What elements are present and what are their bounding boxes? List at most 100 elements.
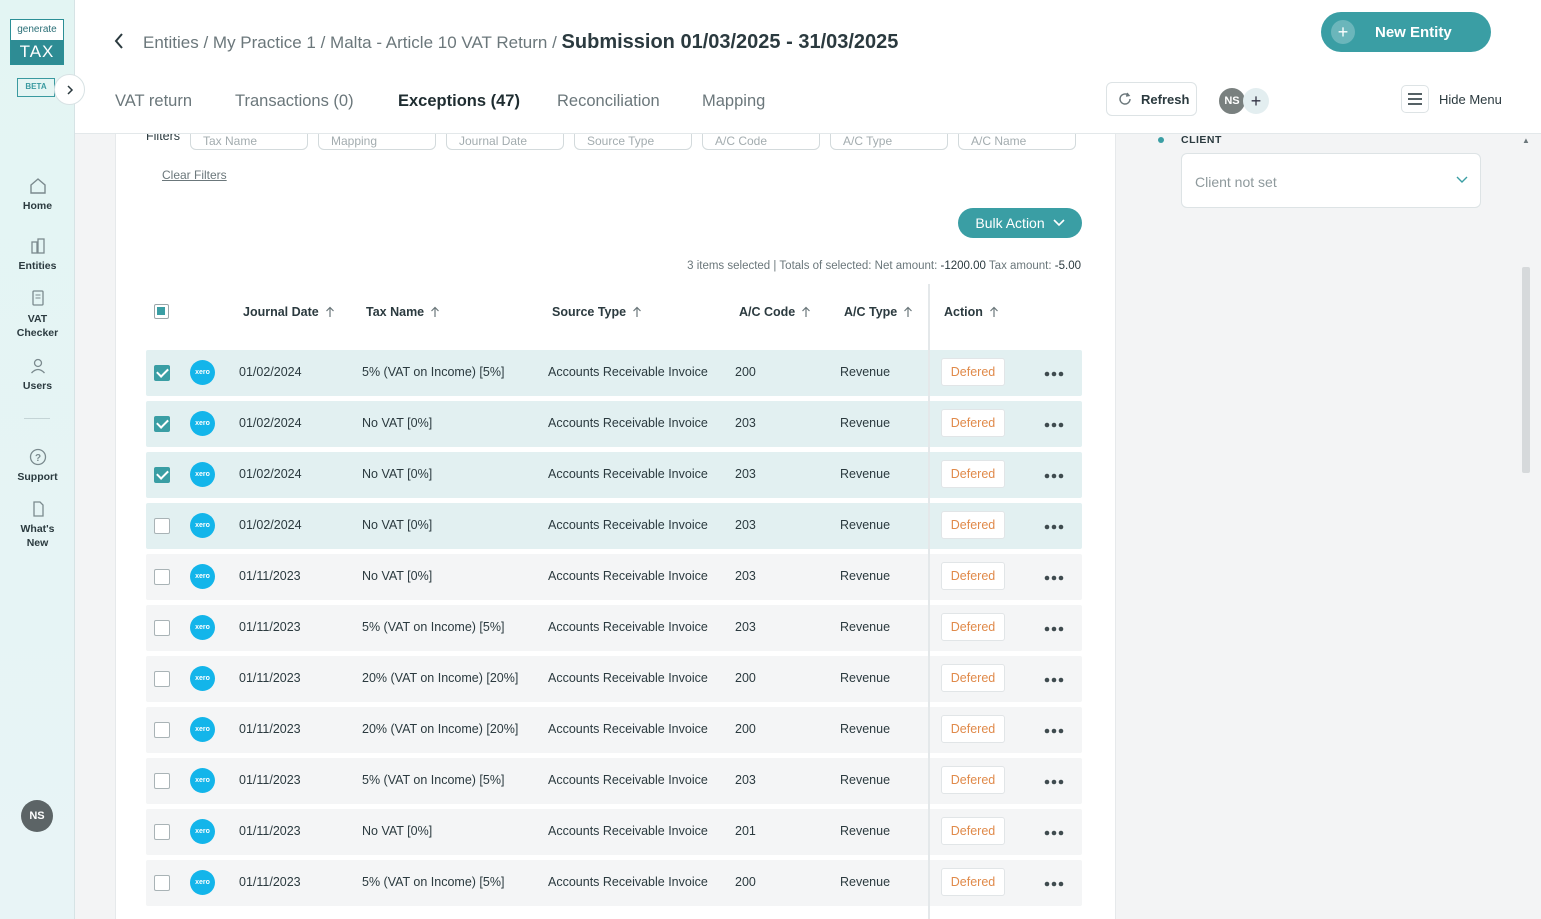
- status-badge[interactable]: Defered: [941, 409, 1005, 437]
- tab-reconciliation[interactable]: Reconciliation: [557, 92, 660, 111]
- table-row[interactable]: xero 01/02/2024 No VAT [0%] Accounts Receiv…: [146, 452, 1082, 498]
- row-checkbox[interactable]: [154, 671, 170, 687]
- hide-menu-button[interactable]: Hide Menu: [1401, 85, 1502, 113]
- status-badge[interactable]: Defered: [941, 511, 1005, 539]
- left-navigation: generate TAX BETA Home Entities VAT Chec…: [0, 0, 75, 919]
- filter-label: Mapping: [331, 134, 378, 148]
- refresh-button[interactable]: Refresh: [1106, 82, 1197, 116]
- status-badge[interactable]: Defered: [941, 562, 1005, 590]
- client-select[interactable]: Client not set: [1181, 153, 1481, 208]
- row-checkbox[interactable]: [154, 518, 170, 534]
- ac-code-cell: 200: [735, 671, 756, 685]
- filter-ac-code[interactable]: A/C Code: [702, 134, 820, 150]
- column-journal-date[interactable]: Journal Date: [243, 305, 335, 319]
- column-source-type[interactable]: Source Type: [552, 305, 642, 319]
- column-ac-type[interactable]: A/C Type: [844, 305, 913, 319]
- table-row[interactable]: xero 01/11/2023 20% (VAT on Income) [20%] A…: [146, 656, 1082, 702]
- table-row[interactable]: xero 01/02/2024 5% (VAT on Income) [5%] Acc…: [146, 350, 1082, 396]
- tax-amount-value: -5.00: [1054, 260, 1081, 272]
- tab-mapping[interactable]: Mapping: [702, 92, 765, 111]
- column-tax-name[interactable]: Tax Name: [366, 305, 440, 319]
- filter-ac-name[interactable]: A/C Name: [958, 134, 1076, 150]
- app-logo[interactable]: generate TAX: [10, 19, 64, 65]
- row-checkbox[interactable]: [154, 824, 170, 840]
- table-row[interactable]: xero 01/11/2023 5% (VAT on Income) [5%] Acc…: [146, 605, 1082, 651]
- row-checkbox[interactable]: [154, 620, 170, 636]
- filter-tax-name[interactable]: Tax Name: [190, 134, 308, 150]
- breadcrumb: Entities / My Practice 1 / Malta - Artic…: [143, 31, 898, 54]
- ac-type-cell: Revenue: [840, 467, 891, 481]
- more-options-icon[interactable]: [1044, 779, 1064, 785]
- bulk-action-button[interactable]: Bulk Action: [958, 208, 1082, 238]
- more-options-icon[interactable]: [1044, 626, 1064, 632]
- row-checkbox[interactable]: [154, 365, 170, 381]
- source-type-cell: Accounts Receivable Invoice: [548, 518, 708, 532]
- status-badge[interactable]: Defered: [941, 613, 1005, 641]
- nav-item-home[interactable]: Home: [0, 176, 75, 212]
- more-options-icon[interactable]: [1044, 881, 1064, 887]
- column-ac-code[interactable]: A/C Code: [739, 305, 811, 319]
- more-options-icon[interactable]: [1044, 524, 1064, 530]
- tab-transactions[interactable]: Transactions (0): [235, 92, 354, 111]
- row-checkbox[interactable]: [154, 722, 170, 738]
- hide-menu-label: Hide Menu: [1439, 91, 1502, 107]
- status-badge[interactable]: Defered: [941, 766, 1005, 794]
- breadcrumb-path[interactable]: Entities / My Practice 1 / Malta - Artic…: [143, 33, 557, 52]
- clear-filters-link[interactable]: Clear Filters: [162, 168, 227, 182]
- nav-item-vat-checker[interactable]: VAT Checker: [0, 288, 75, 340]
- scroll-up-icon[interactable]: ▲: [1522, 136, 1530, 145]
- table-row[interactable]: xero 01/11/2023 20% (VAT on Income) [20%] A…: [146, 707, 1082, 753]
- column-action[interactable]: Action: [944, 305, 999, 319]
- table-row[interactable]: xero 01/11/2023 5% (VAT on Income) [5%] Acc…: [146, 860, 1082, 906]
- status-badge[interactable]: Defered: [941, 358, 1005, 386]
- page-scrollbar[interactable]: ▲: [1521, 134, 1531, 919]
- nav-item-entities[interactable]: Entities: [0, 236, 75, 272]
- more-options-icon[interactable]: [1044, 575, 1064, 581]
- xero-icon: xero: [190, 819, 215, 844]
- table-row[interactable]: xero 01/11/2023 No VAT [0%] Accounts Receiv…: [146, 809, 1082, 855]
- status-badge[interactable]: Defered: [941, 460, 1005, 488]
- more-options-icon[interactable]: [1044, 728, 1064, 734]
- row-checkbox[interactable]: [154, 773, 170, 789]
- tab-exceptions[interactable]: Exceptions (47): [398, 92, 520, 111]
- xero-icon: xero: [190, 870, 215, 895]
- table-row[interactable]: xero 01/02/2024 No VAT [0%] Accounts Receiv…: [146, 503, 1082, 549]
- expand-nav-button[interactable]: [54, 74, 85, 105]
- row-checkbox[interactable]: [154, 467, 170, 483]
- table-row[interactable]: xero 01/02/2024 No VAT [0%] Accounts Receiv…: [146, 401, 1082, 447]
- filter-ac-type[interactable]: A/C Type: [830, 134, 948, 150]
- status-badge[interactable]: Defered: [941, 715, 1005, 743]
- refresh-icon: [1119, 92, 1131, 105]
- new-entity-button[interactable]: + New Entity: [1321, 12, 1491, 52]
- sort-arrow-icon: [989, 306, 998, 317]
- status-badge[interactable]: Defered: [941, 817, 1005, 845]
- more-options-icon[interactable]: [1044, 371, 1064, 377]
- table-row[interactable]: xero 01/11/2023 No VAT [0%] Accounts Receiv…: [146, 554, 1082, 600]
- more-options-icon[interactable]: [1044, 830, 1064, 836]
- filter-mapping[interactable]: Mapping: [318, 134, 436, 150]
- nav-item-users[interactable]: Users: [0, 356, 75, 392]
- nav-item-whats-new[interactable]: What's New: [0, 500, 75, 550]
- back-button[interactable]: [113, 30, 125, 57]
- select-all-checkbox[interactable]: [154, 304, 169, 319]
- tab-vat-return[interactable]: VAT return: [115, 92, 192, 111]
- status-badge[interactable]: Defered: [941, 868, 1005, 896]
- status-badge[interactable]: Defered: [941, 664, 1005, 692]
- row-checkbox[interactable]: [154, 875, 170, 891]
- filter-source-type[interactable]: Source Type: [574, 134, 692, 150]
- more-options-icon[interactable]: [1044, 422, 1064, 428]
- new-entity-label: New Entity: [1375, 23, 1452, 41]
- filter-journal-date[interactable]: Journal Date: [446, 134, 564, 150]
- add-collaborator-button[interactable]: +: [1243, 88, 1269, 114]
- nav-label: Entities: [18, 260, 57, 272]
- more-options-icon[interactable]: [1044, 473, 1064, 479]
- row-checkbox[interactable]: [154, 569, 170, 585]
- row-checkbox[interactable]: [154, 416, 170, 432]
- chevron-down-icon: [1456, 176, 1468, 183]
- user-avatar[interactable]: NS: [21, 800, 53, 832]
- nav-item-support[interactable]: ? Support: [0, 447, 75, 483]
- more-options-icon[interactable]: [1044, 677, 1064, 683]
- table-row[interactable]: xero 01/11/2023 5% (VAT on Income) [5%] Acc…: [146, 758, 1082, 804]
- journal-date-cell: 01/11/2023: [239, 824, 301, 838]
- scrollbar-thumb[interactable]: [1522, 267, 1530, 473]
